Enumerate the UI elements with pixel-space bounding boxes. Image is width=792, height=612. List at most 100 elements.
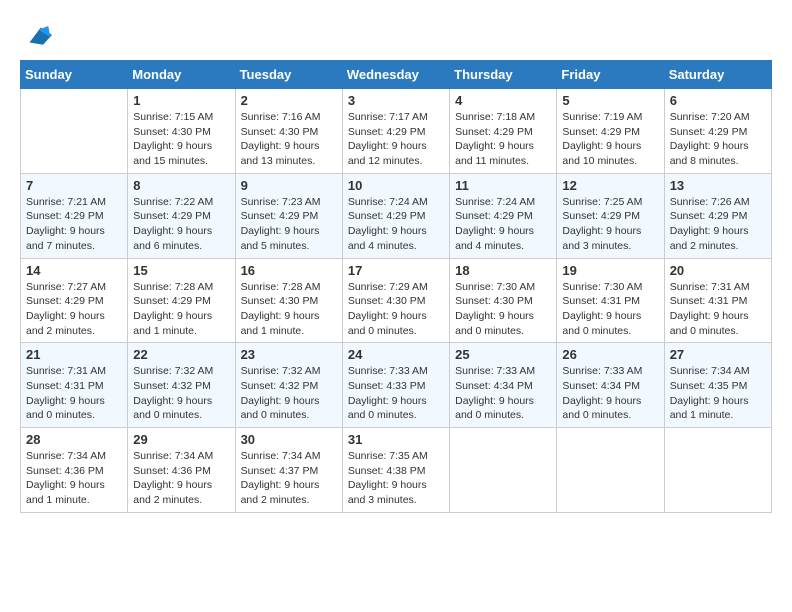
sunset-text: Sunset: 4:32 PM (241, 379, 337, 394)
calendar-week-row: 28 Sunrise: 7:34 AM Sunset: 4:36 PM Dayl… (21, 428, 772, 513)
day-info: Sunrise: 7:28 AM Sunset: 4:29 PM Dayligh… (133, 280, 229, 339)
logo (20, 20, 52, 50)
calendar-cell: 25 Sunrise: 7:33 AM Sunset: 4:34 PM Dayl… (450, 343, 557, 428)
day-number: 2 (241, 93, 337, 108)
sunset-text: Sunset: 4:29 PM (133, 209, 229, 224)
day-number: 4 (455, 93, 551, 108)
sunrise-text: Sunrise: 7:29 AM (348, 280, 444, 295)
day-number: 8 (133, 178, 229, 193)
daylight-text: Daylight: 9 hours and 2 minutes. (241, 478, 337, 507)
daylight-text: Daylight: 9 hours and 13 minutes. (241, 139, 337, 168)
sunrise-text: Sunrise: 7:24 AM (455, 195, 551, 210)
calendar-week-row: 21 Sunrise: 7:31 AM Sunset: 4:31 PM Dayl… (21, 343, 772, 428)
day-of-week-header: Monday (128, 61, 235, 89)
sunrise-text: Sunrise: 7:30 AM (562, 280, 658, 295)
calendar-cell: 1 Sunrise: 7:15 AM Sunset: 4:30 PM Dayli… (128, 89, 235, 174)
calendar-cell (21, 89, 128, 174)
daylight-text: Daylight: 9 hours and 0 minutes. (562, 309, 658, 338)
daylight-text: Daylight: 9 hours and 5 minutes. (241, 224, 337, 253)
day-info: Sunrise: 7:34 AM Sunset: 4:36 PM Dayligh… (26, 449, 122, 508)
day-info: Sunrise: 7:15 AM Sunset: 4:30 PM Dayligh… (133, 110, 229, 169)
daylight-text: Daylight: 9 hours and 7 minutes. (26, 224, 122, 253)
sunrise-text: Sunrise: 7:23 AM (241, 195, 337, 210)
sunset-text: Sunset: 4:31 PM (670, 294, 766, 309)
calendar-cell (664, 428, 771, 513)
day-info: Sunrise: 7:27 AM Sunset: 4:29 PM Dayligh… (26, 280, 122, 339)
day-number: 22 (133, 347, 229, 362)
day-info: Sunrise: 7:24 AM Sunset: 4:29 PM Dayligh… (455, 195, 551, 254)
day-info: Sunrise: 7:26 AM Sunset: 4:29 PM Dayligh… (670, 195, 766, 254)
daylight-text: Daylight: 9 hours and 4 minutes. (348, 224, 444, 253)
daylight-text: Daylight: 9 hours and 1 minute. (670, 394, 766, 423)
day-info: Sunrise: 7:19 AM Sunset: 4:29 PM Dayligh… (562, 110, 658, 169)
sunrise-text: Sunrise: 7:19 AM (562, 110, 658, 125)
sunset-text: Sunset: 4:29 PM (670, 209, 766, 224)
day-of-week-header: Saturday (664, 61, 771, 89)
day-info: Sunrise: 7:30 AM Sunset: 4:31 PM Dayligh… (562, 280, 658, 339)
day-number: 3 (348, 93, 444, 108)
calendar-cell: 18 Sunrise: 7:30 AM Sunset: 4:30 PM Dayl… (450, 258, 557, 343)
day-number: 17 (348, 263, 444, 278)
calendar-cell: 31 Sunrise: 7:35 AM Sunset: 4:38 PM Dayl… (342, 428, 449, 513)
day-info: Sunrise: 7:34 AM Sunset: 4:35 PM Dayligh… (670, 364, 766, 423)
day-info: Sunrise: 7:33 AM Sunset: 4:34 PM Dayligh… (455, 364, 551, 423)
sunrise-text: Sunrise: 7:34 AM (133, 449, 229, 464)
sunrise-text: Sunrise: 7:21 AM (26, 195, 122, 210)
calendar-cell: 5 Sunrise: 7:19 AM Sunset: 4:29 PM Dayli… (557, 89, 664, 174)
day-number: 26 (562, 347, 658, 362)
day-info: Sunrise: 7:22 AM Sunset: 4:29 PM Dayligh… (133, 195, 229, 254)
sunrise-text: Sunrise: 7:26 AM (670, 195, 766, 210)
daylight-text: Daylight: 9 hours and 0 minutes. (348, 309, 444, 338)
sunrise-text: Sunrise: 7:24 AM (348, 195, 444, 210)
sunset-text: Sunset: 4:34 PM (455, 379, 551, 394)
sunset-text: Sunset: 4:29 PM (562, 125, 658, 140)
calendar-cell: 3 Sunrise: 7:17 AM Sunset: 4:29 PM Dayli… (342, 89, 449, 174)
daylight-text: Daylight: 9 hours and 2 minutes. (670, 224, 766, 253)
daylight-text: Daylight: 9 hours and 10 minutes. (562, 139, 658, 168)
daylight-text: Daylight: 9 hours and 2 minutes. (133, 478, 229, 507)
day-info: Sunrise: 7:31 AM Sunset: 4:31 PM Dayligh… (26, 364, 122, 423)
calendar-cell: 2 Sunrise: 7:16 AM Sunset: 4:30 PM Dayli… (235, 89, 342, 174)
daylight-text: Daylight: 9 hours and 15 minutes. (133, 139, 229, 168)
calendar-cell: 17 Sunrise: 7:29 AM Sunset: 4:30 PM Dayl… (342, 258, 449, 343)
page-header (20, 20, 772, 50)
calendar-cell: 29 Sunrise: 7:34 AM Sunset: 4:36 PM Dayl… (128, 428, 235, 513)
sunset-text: Sunset: 4:29 PM (241, 209, 337, 224)
sunrise-text: Sunrise: 7:33 AM (348, 364, 444, 379)
daylight-text: Daylight: 9 hours and 1 minute. (26, 478, 122, 507)
day-of-week-header: Wednesday (342, 61, 449, 89)
day-info: Sunrise: 7:18 AM Sunset: 4:29 PM Dayligh… (455, 110, 551, 169)
sunrise-text: Sunrise: 7:31 AM (26, 364, 122, 379)
calendar-cell: 28 Sunrise: 7:34 AM Sunset: 4:36 PM Dayl… (21, 428, 128, 513)
sunrise-text: Sunrise: 7:31 AM (670, 280, 766, 295)
day-number: 1 (133, 93, 229, 108)
calendar-cell: 10 Sunrise: 7:24 AM Sunset: 4:29 PM Dayl… (342, 173, 449, 258)
calendar-cell: 15 Sunrise: 7:28 AM Sunset: 4:29 PM Dayl… (128, 258, 235, 343)
day-of-week-header: Sunday (21, 61, 128, 89)
sunset-text: Sunset: 4:30 PM (133, 125, 229, 140)
day-number: 30 (241, 432, 337, 447)
calendar-cell (450, 428, 557, 513)
sunrise-text: Sunrise: 7:34 AM (241, 449, 337, 464)
calendar-cell: 26 Sunrise: 7:33 AM Sunset: 4:34 PM Dayl… (557, 343, 664, 428)
day-info: Sunrise: 7:33 AM Sunset: 4:33 PM Dayligh… (348, 364, 444, 423)
sunset-text: Sunset: 4:31 PM (26, 379, 122, 394)
calendar-cell: 30 Sunrise: 7:34 AM Sunset: 4:37 PM Dayl… (235, 428, 342, 513)
day-info: Sunrise: 7:25 AM Sunset: 4:29 PM Dayligh… (562, 195, 658, 254)
sunrise-text: Sunrise: 7:33 AM (455, 364, 551, 379)
day-info: Sunrise: 7:32 AM Sunset: 4:32 PM Dayligh… (241, 364, 337, 423)
day-number: 28 (26, 432, 122, 447)
sunrise-text: Sunrise: 7:32 AM (241, 364, 337, 379)
sunrise-text: Sunrise: 7:28 AM (241, 280, 337, 295)
calendar-cell: 27 Sunrise: 7:34 AM Sunset: 4:35 PM Dayl… (664, 343, 771, 428)
daylight-text: Daylight: 9 hours and 0 minutes. (241, 394, 337, 423)
sunset-text: Sunset: 4:34 PM (562, 379, 658, 394)
sunset-text: Sunset: 4:30 PM (455, 294, 551, 309)
sunset-text: Sunset: 4:29 PM (348, 125, 444, 140)
calendar-cell: 24 Sunrise: 7:33 AM Sunset: 4:33 PM Dayl… (342, 343, 449, 428)
calendar-cell: 16 Sunrise: 7:28 AM Sunset: 4:30 PM Dayl… (235, 258, 342, 343)
daylight-text: Daylight: 9 hours and 0 minutes. (670, 309, 766, 338)
day-number: 16 (241, 263, 337, 278)
day-of-week-header: Thursday (450, 61, 557, 89)
day-number: 18 (455, 263, 551, 278)
